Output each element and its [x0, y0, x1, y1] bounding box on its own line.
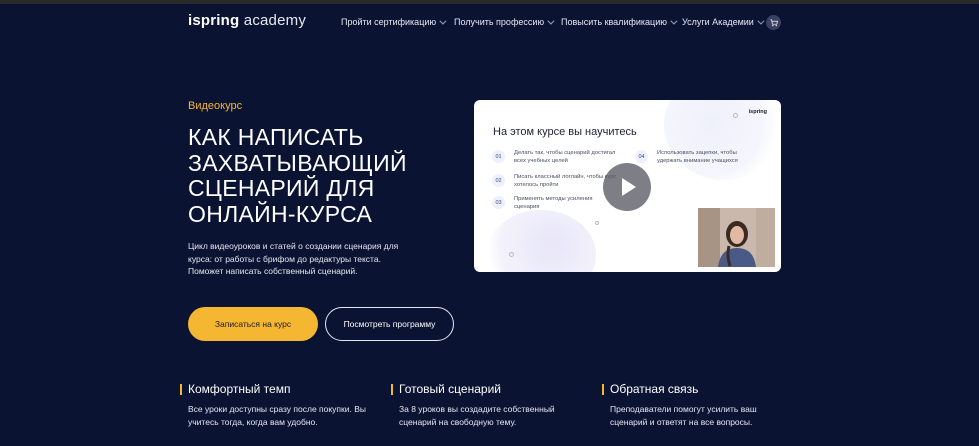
feature-title: Комфортный темп — [188, 382, 291, 396]
presenter-thumbnail — [698, 208, 775, 267]
item-number: 01 — [492, 150, 505, 163]
logo-suffix: academy — [239, 12, 307, 29]
list-item: 04 Использовать зацепки, чтобы удержать … — [635, 150, 747, 165]
item-text: Применять методы усиления сценария — [514, 196, 593, 210]
enroll-button[interactable]: Записаться на курс — [188, 307, 318, 341]
feature-feedback: Обратная связь Преподаватели помогут уси… — [602, 382, 775, 428]
feature-text: Преподаватели помогут усилить ваш сценар… — [610, 404, 757, 427]
feature-text: Все уроки доступны сразу после покупки. … — [188, 404, 367, 427]
accent-bar — [391, 384, 393, 395]
accent-bar — [180, 384, 182, 395]
browser-top-strip — [0, 0, 979, 4]
decor-dot — [733, 113, 738, 118]
nav-profession-label: Получить профессию — [454, 17, 545, 27]
nav-services-label: Услуги Академии — [682, 17, 754, 27]
nav-profession[interactable]: Получить профессию — [454, 17, 555, 27]
decor-dot — [595, 221, 599, 225]
chevron-down-icon — [757, 17, 765, 25]
decor-blob — [486, 210, 596, 272]
ispring-academy-logo[interactable]: ispring academy — [188, 12, 306, 29]
presenter-image — [698, 208, 775, 267]
item-number: 03 — [492, 196, 505, 209]
decor-dot — [509, 252, 514, 257]
feature-text: За 8 уроков вы создадите собственный сце… — [399, 404, 555, 427]
cart-button[interactable] — [766, 15, 781, 30]
course-type-label: Видеокурс — [188, 100, 243, 112]
course-description: Цикл видеоуроков и статей о создании сце… — [188, 241, 399, 276]
video-slide-title: На этом курсе вы научитесь — [493, 126, 637, 138]
logo-brand: ispring — [188, 12, 240, 29]
video-preview[interactable]: ispring На этом курсе вы научитесь 01 Де… — [474, 100, 781, 272]
play-icon — [622, 178, 636, 196]
feature-title: Готовый сценарий — [399, 382, 501, 396]
item-number: 04 — [635, 150, 648, 163]
play-button[interactable] — [603, 163, 651, 211]
feature-title: Обратная связь — [610, 382, 699, 396]
feature-comfortable-pace: Комфортный темп Все уроки доступны сразу… — [180, 382, 373, 428]
cart-icon — [769, 18, 778, 26]
nav-certification-label: Пройти сертификацию — [341, 17, 437, 27]
item-text: Делать так, чтобы сценарий достигал всех… — [514, 150, 616, 164]
page-title: КАК НАПИСАТЬ ЗАХВАТЫВАЮЩИЙ СЦЕНАРИЙ ДЛЯ … — [188, 124, 407, 227]
chevron-down-icon — [439, 17, 447, 25]
nav-qualification[interactable]: Повысить квалификацию — [561, 17, 678, 27]
video-brand-logo: ispring — [748, 109, 767, 115]
item-text: Использовать зацепки, чтобы удержать вни… — [657, 150, 738, 164]
nav-services[interactable]: Услуги Академии — [682, 17, 765, 27]
accent-bar — [602, 384, 604, 395]
list-item: 02 Писать классный логлайн, чтобы курс х… — [492, 174, 619, 189]
list-item: 01 Делать так, чтобы сценарий достигал в… — [492, 150, 619, 165]
feature-ready-script: Готовый сценарий За 8 уроков вы создадит… — [391, 382, 569, 428]
nav-qualification-label: Повысить квалификацию — [561, 17, 667, 27]
view-program-button[interactable]: Посмотреть программу — [325, 307, 454, 341]
list-item: 03 Применять методы усиления сценария — [492, 196, 604, 211]
item-number: 02 — [492, 174, 505, 187]
chevron-down-icon — [547, 17, 555, 25]
nav-certification[interactable]: Пройти сертификацию — [341, 17, 447, 27]
chevron-down-icon — [670, 17, 678, 25]
